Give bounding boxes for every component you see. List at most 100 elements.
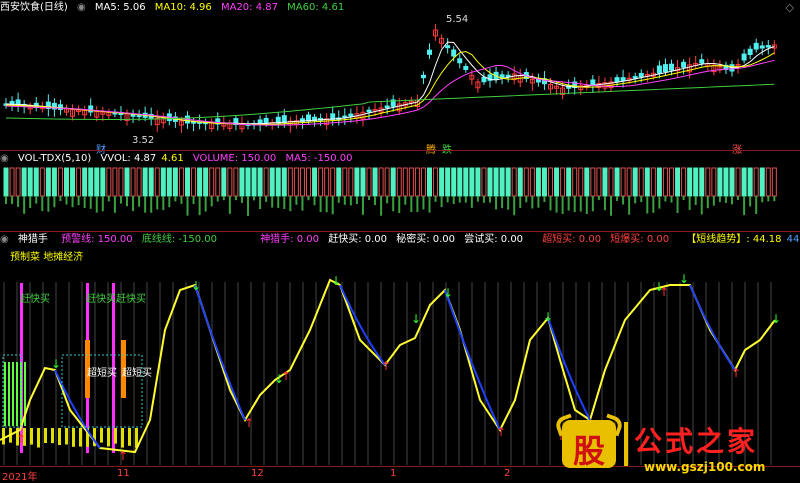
volume-negative-bar xyxy=(519,196,522,209)
volume-negative-bar xyxy=(374,196,377,206)
trend-bar xyxy=(72,428,75,447)
volume-bar xyxy=(130,167,136,197)
volume-negative-bar xyxy=(525,196,528,203)
candle-body xyxy=(481,76,487,83)
volume-bar xyxy=(227,167,233,197)
volume-negative-bar xyxy=(446,196,449,203)
volume-negative-bar xyxy=(83,196,86,208)
volume-negative-bar xyxy=(743,196,746,216)
candlestick-chart[interactable] xyxy=(0,0,800,150)
volume-bar xyxy=(360,167,366,197)
volume-bar xyxy=(330,167,336,197)
volume-negative-bar xyxy=(95,196,98,213)
candle-body xyxy=(681,61,687,68)
volume-negative-bar xyxy=(77,196,80,206)
down-arrow-icon: ↓ xyxy=(411,312,421,326)
quick-bar xyxy=(12,362,14,426)
volume-chart[interactable] xyxy=(0,152,800,232)
volume-negative-bar xyxy=(398,196,401,214)
warn-line-value: 预警线: 150.00 xyxy=(61,234,133,245)
volume-negative-bar xyxy=(5,196,7,205)
volume-negative-bar xyxy=(325,196,328,213)
volume-bar xyxy=(644,167,650,197)
volume-negative-bar xyxy=(543,196,546,202)
trend-bar xyxy=(30,428,33,445)
volume-bar xyxy=(354,167,360,197)
axis-tick-jan: 1 xyxy=(390,468,397,479)
volume-negative-bar xyxy=(156,196,159,210)
axis-tick-dec: 12 xyxy=(251,468,264,479)
volume-negative-bar xyxy=(210,196,213,207)
logo-brand: 公式之家 xyxy=(634,425,759,458)
low-price-label: 3.52 xyxy=(132,135,155,146)
volume-negative-bar xyxy=(89,196,92,209)
trend-bar xyxy=(121,428,124,448)
volume-negative-bar xyxy=(228,196,231,214)
trend-bar xyxy=(58,428,61,446)
volume-negative-bar xyxy=(174,196,177,202)
volume-bar xyxy=(100,167,106,197)
volume-bar xyxy=(451,167,457,197)
volume-negative-bar xyxy=(755,196,758,214)
ind-menu-icon[interactable]: ◉ xyxy=(0,234,9,245)
volume-bar xyxy=(747,167,753,197)
volume-bar xyxy=(257,167,263,197)
volume-negative-bar xyxy=(555,196,558,213)
volume-bar xyxy=(620,167,626,197)
volume-bar xyxy=(299,167,305,197)
volume-negative-bar xyxy=(422,196,425,210)
volume-bar xyxy=(112,167,118,197)
volume-bar xyxy=(469,167,475,197)
volume-bar xyxy=(420,167,426,197)
trend-bar xyxy=(44,428,47,444)
volume-bar xyxy=(160,167,166,197)
volume-negative-bar xyxy=(301,196,304,211)
volume-negative-bar xyxy=(622,196,625,205)
short-burst-value: 短爆买: 0.00 xyxy=(610,234,670,245)
volume-bar xyxy=(662,167,668,197)
volume-bar xyxy=(759,167,765,197)
ind-name[interactable]: 神猎手 xyxy=(18,234,48,245)
candle-body xyxy=(614,77,620,83)
candle-body xyxy=(420,74,426,79)
volume-bar xyxy=(717,167,723,197)
up-arrow-icon: ↑ xyxy=(16,432,26,446)
candle-body xyxy=(427,49,432,55)
volume-bar xyxy=(572,167,578,197)
trend-value: 【短线趋势】: 44.18 xyxy=(686,234,782,245)
logo-url[interactable]: www.gszj100.com xyxy=(644,460,765,474)
volume-bar xyxy=(263,167,269,197)
volume-negative-bar xyxy=(737,196,740,201)
volume-bar xyxy=(650,167,656,197)
volume-negative-bar xyxy=(361,196,364,215)
volume-negative-bar xyxy=(35,196,38,204)
candle-body xyxy=(662,64,668,73)
volume-negative-bar xyxy=(470,196,473,208)
candle-body xyxy=(451,49,457,57)
volume-bar xyxy=(560,167,566,197)
volume-bar xyxy=(118,167,124,197)
volume-bar xyxy=(209,167,215,197)
secret-buy-value: 秘密买: 0.00 xyxy=(396,234,456,245)
trend-bar xyxy=(100,428,103,443)
volume-negative-bar xyxy=(47,196,50,212)
volume-bar xyxy=(608,167,614,197)
volume-bar xyxy=(197,167,203,197)
volume-negative-bar xyxy=(434,196,437,202)
volume-negative-bar xyxy=(253,196,256,201)
volume-negative-bar xyxy=(313,196,316,206)
volume-bar xyxy=(27,167,33,197)
volume-negative-bar xyxy=(101,196,104,212)
volume-bar xyxy=(396,167,402,197)
candle-body xyxy=(620,77,626,82)
volume-bar xyxy=(9,167,15,197)
volume-negative-bar xyxy=(29,196,32,208)
volume-bar xyxy=(106,167,112,197)
ind-panel-header: ◉ 神猎手 预警线: 150.00 底线线: -150.00 神猎手: 0.00… xyxy=(0,234,800,246)
volume-negative-bar xyxy=(676,196,679,214)
volume-bar xyxy=(632,167,638,197)
volume-negative-bar xyxy=(355,196,358,204)
volume-negative-bar xyxy=(343,196,346,205)
volume-bar xyxy=(596,167,602,197)
volume-bar xyxy=(275,167,281,197)
